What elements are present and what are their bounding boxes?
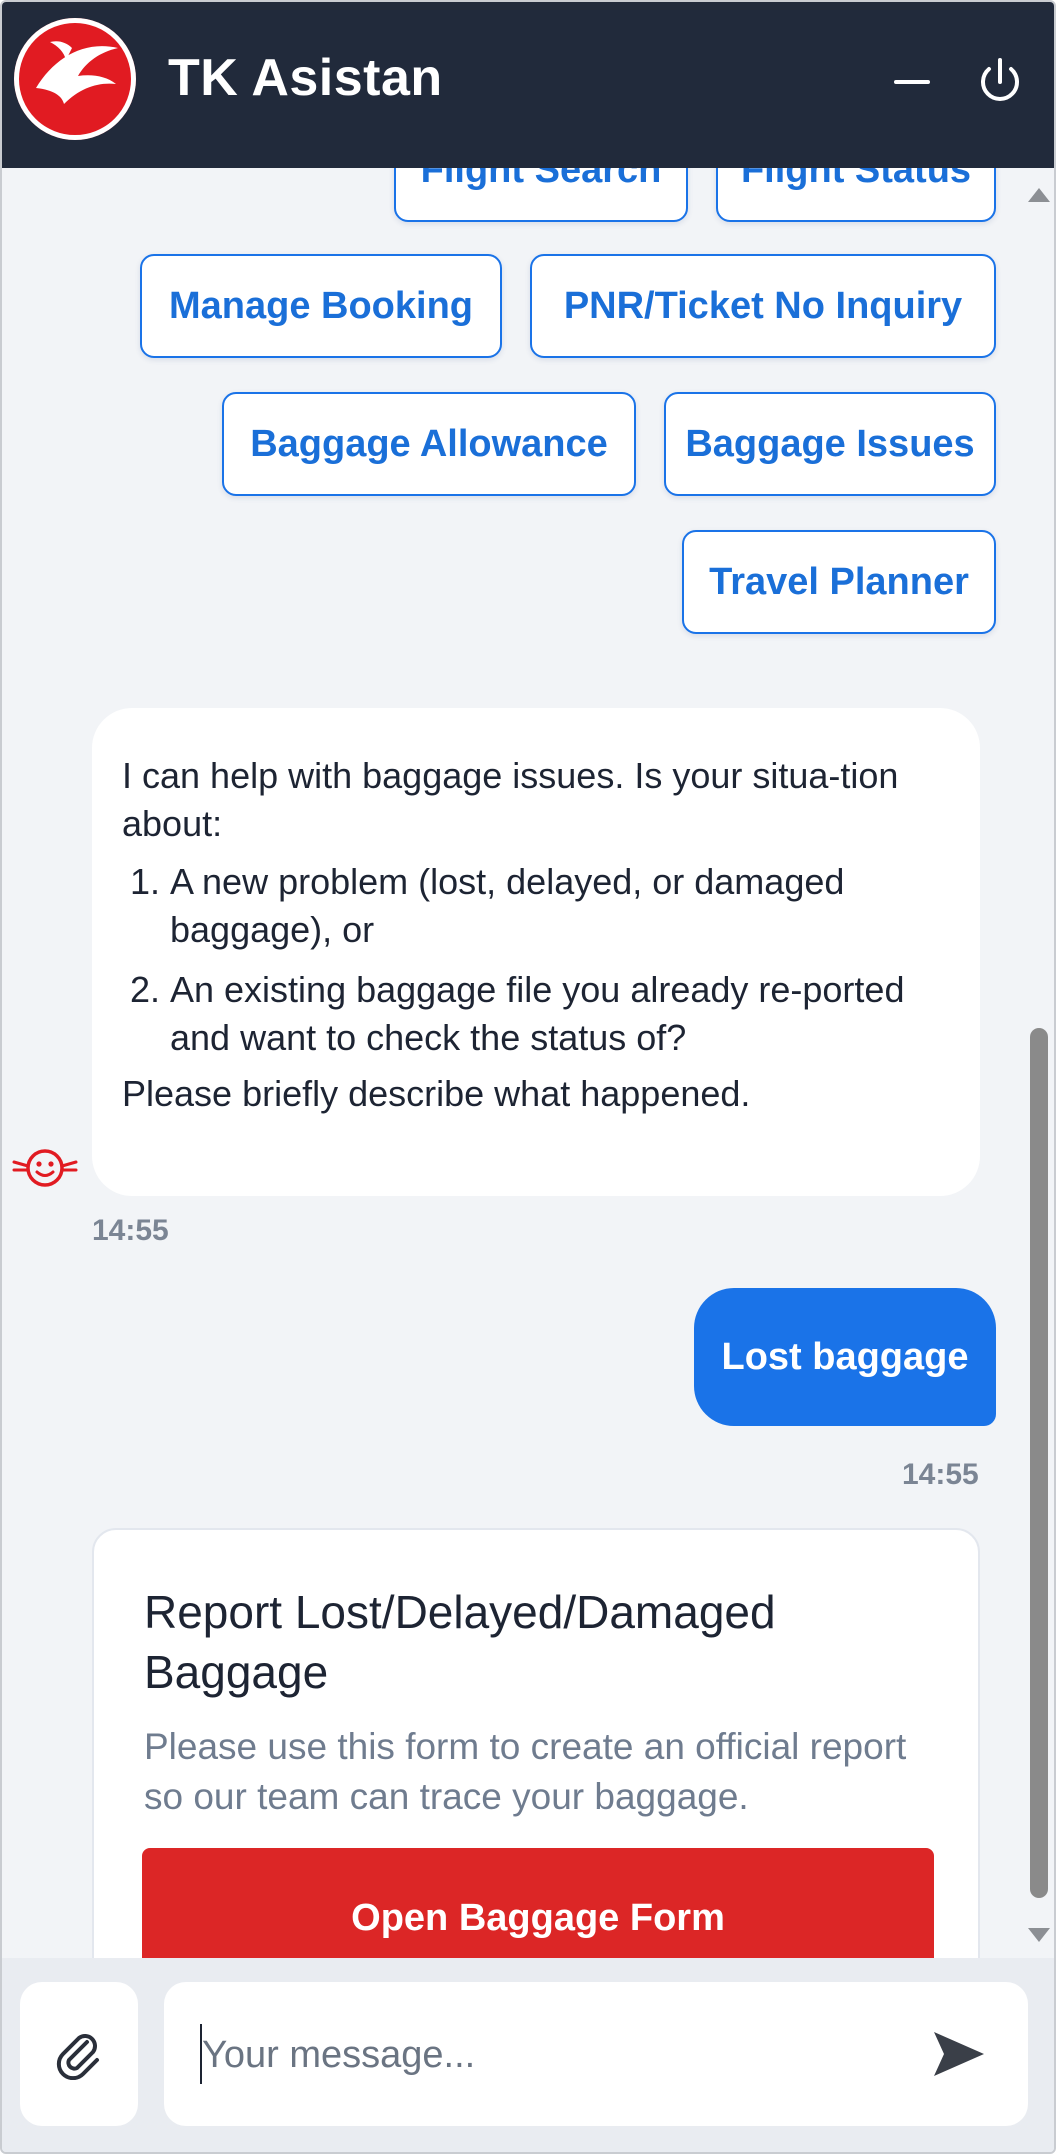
quick-reply-flight-search[interactable]: Flight Search [394,168,688,222]
scrollbar[interactable] [1024,168,1054,1958]
quick-reply-flight-status[interactable]: Flight Status [716,168,996,222]
bird-logo-icon [15,19,135,139]
bot-option-1: A new problem (lost, delayed, or damaged… [170,858,950,954]
quick-reply-pnr-ticket-inquiry[interactable]: PNR/Ticket No Inquiry [530,254,996,358]
minimize-icon[interactable] [882,52,942,112]
chat-widget: TK Asistan Flight Search Flight Status M… [0,0,1056,2154]
quick-reply-baggage-allowance[interactable]: Baggage Allowance [222,392,636,496]
message-list: Flight Search Flight Status Manage Booki… [2,168,1022,1958]
user-message-bubble: Lost baggage [694,1288,996,1426]
scrollbar-thumb[interactable] [1030,1028,1048,1898]
paperclip-icon [56,2034,99,2080]
message-input-box[interactable] [164,1982,1028,2126]
scroll-up-arrow-icon[interactable] [1028,188,1050,202]
bot-message-options: A new problem (lost, delayed, or damaged… [122,858,950,1062]
message-composer [2,1958,1054,2152]
bot-message-closing: Please briefly describe what happened. [122,1073,751,1114]
user-message-time: 14:55 [902,1458,979,1491]
chat-header: TK Asistan [2,2,1054,168]
baggage-report-card: Report Lost/Delayed/Damaged Baggage Plea… [92,1528,980,1958]
bot-message-intro: I can help with baggage issues. Is your … [122,755,899,844]
message-input[interactable] [200,2022,904,2088]
card-description: Please use this form to create an offici… [144,1726,907,1817]
turkish-airlines-logo [14,18,136,140]
quick-reply-baggage-issues[interactable]: Baggage Issues [664,392,996,496]
power-icon[interactable] [970,52,1030,112]
quick-reply-manage-booking[interactable]: Manage Booking [140,254,502,358]
bot-message-time: 14:55 [92,1214,169,1247]
assistant-title: TK Asistan [168,49,443,107]
open-baggage-form-button[interactable]: Open Baggage Form [142,1848,934,1958]
bot-message-bubble: I can help with baggage issues. Is your … [92,708,980,1196]
send-icon[interactable] [928,2026,988,2082]
text-caret [200,2024,202,2084]
bot-option-2: An existing baggage file you already re-… [170,966,950,1062]
bot-avatar-icon [12,1149,78,1187]
card-title: Report Lost/Delayed/Damaged Baggage [144,1586,776,1698]
scroll-down-arrow-icon[interactable] [1028,1928,1050,1942]
attach-button[interactable] [20,1982,138,2126]
quick-reply-travel-planner[interactable]: Travel Planner [682,530,996,634]
